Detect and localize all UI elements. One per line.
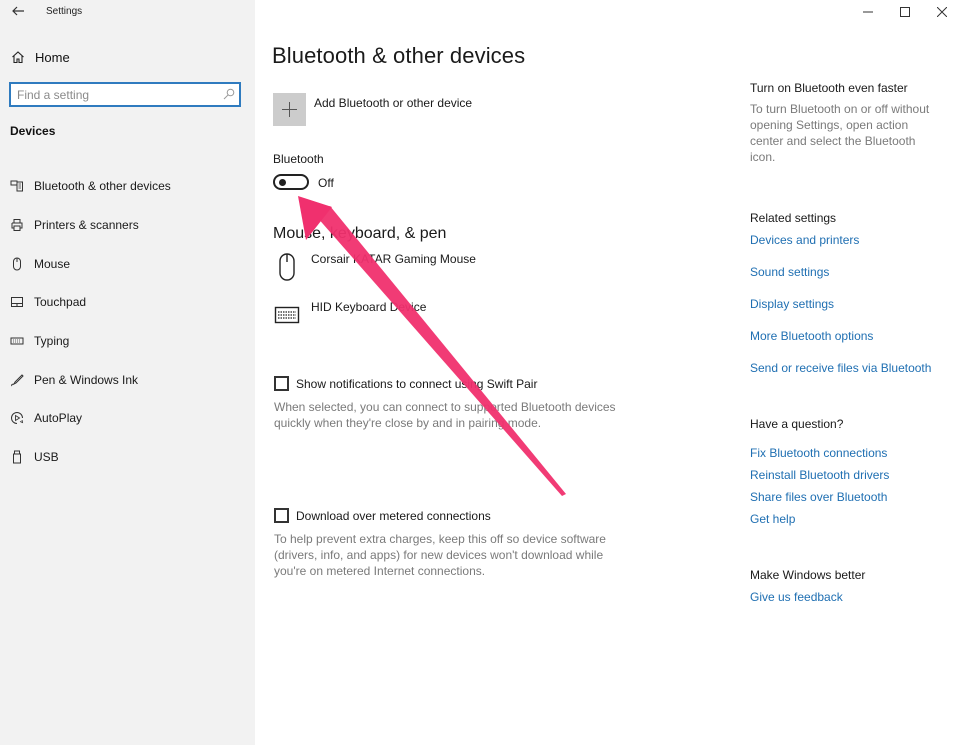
link-devices-and-printers[interactable]: Devices and printers	[750, 233, 950, 247]
sidebar-item-bluetooth[interactable]: Bluetooth & other devices	[0, 167, 255, 206]
link-display-settings[interactable]: Display settings	[750, 297, 950, 311]
sidebar-item-label: Bluetooth & other devices	[34, 179, 171, 194]
minimize-button[interactable]	[849, 0, 886, 24]
link-get-help[interactable]: Get help	[750, 512, 950, 526]
link-send-receive-files[interactable]: Send or receive files via Bluetooth	[750, 361, 950, 375]
sidebar-item-label: Printers & scanners	[34, 218, 139, 233]
swift-pair-label: Show notifications to connect using Swif…	[296, 376, 538, 391]
back-button[interactable]	[10, 3, 26, 19]
add-tile	[273, 93, 306, 126]
metered-label: Download over metered connections	[296, 508, 491, 523]
feedback-section: Make Windows better Give us feedback	[750, 568, 950, 604]
home-icon	[12, 51, 24, 64]
window-controls	[849, 0, 960, 24]
sidebar-item-label: Pen & Windows Ink	[34, 372, 139, 387]
page-title: Bluetooth & other devices	[272, 43, 526, 68]
search-box[interactable]	[9, 82, 241, 107]
maximize-button[interactable]	[886, 0, 923, 24]
peripherals-heading: Mouse, keyboard, & pen	[273, 225, 447, 242]
sidebar-item-label: Mouse	[34, 256, 71, 271]
sidebar-item-label: Touchpad	[34, 295, 87, 310]
link-more-bluetooth-options[interactable]: More Bluetooth options	[750, 329, 950, 343]
related-settings-heading: Related settings	[750, 211, 837, 225]
feedback-heading: Make Windows better	[750, 568, 866, 582]
description-line: When selected, you can connect to suppor…	[274, 400, 616, 414]
tip-heading: Turn on Bluetooth even faster	[750, 81, 908, 95]
question-heading: Have a question?	[750, 417, 844, 431]
arrow-shaft	[316, 206, 566, 496]
keyboard-icon	[273, 300, 301, 330]
sidebar: Settings Home Devices Bluetooth & other …	[0, 0, 255, 745]
add-device-button[interactable]: Add Bluetooth or other device	[273, 93, 472, 126]
sidebar-item-label: Typing	[34, 334, 70, 349]
tip-line: To turn Bluetooth on or off without	[750, 102, 930, 116]
device-item[interactable]: HID Keyboard Device	[273, 300, 426, 330]
sidebar-item-autoplay[interactable]: AutoPlay	[0, 399, 255, 438]
swift-pair-checkbox[interactable]	[274, 376, 289, 391]
app-title: Settings	[46, 6, 83, 17]
question-section: Have a question? Fix Bluetooth connectio…	[750, 417, 950, 526]
metered-description: To help prevent extra charges, keep this…	[274, 531, 624, 579]
bluetooth-devices-icon	[9, 178, 25, 194]
search-input[interactable]	[17, 86, 212, 103]
metered-checkbox[interactable]	[274, 508, 289, 523]
autoplay-icon	[9, 410, 25, 426]
sidebar-item-label: USB	[34, 450, 59, 465]
keyboard-icon	[9, 333, 25, 349]
description-line: quickly when they're close by and in pai…	[274, 416, 542, 430]
tip-line: center and select the Bluetooth	[750, 134, 916, 148]
mouse-icon	[273, 252, 301, 282]
swift-pair-description: When selected, you can connect to suppor…	[274, 399, 624, 431]
description-line: (drivers, info, and apps) for new device…	[274, 548, 604, 562]
tip-line: opening Settings, open action	[750, 118, 909, 132]
device-item[interactable]: Corsair KATAR Gaming Mouse	[273, 252, 476, 282]
bluetooth-label: Bluetooth	[273, 152, 324, 166]
description-line: you're on metered Internet connections.	[274, 564, 486, 578]
sidebar-item-pen[interactable]: Pen & Windows Ink	[0, 360, 255, 399]
close-icon	[936, 7, 947, 17]
link-sound-settings[interactable]: Sound settings	[750, 265, 950, 279]
toggle-knob	[279, 179, 286, 186]
swift-pair-checkbox-row[interactable]: Show notifications to connect using Swif…	[274, 376, 537, 391]
sidebar-item-printers[interactable]: Printers & scanners	[0, 206, 255, 245]
sidebar-item-touchpad[interactable]: Touchpad	[0, 283, 255, 322]
home-label: Home	[35, 49, 70, 65]
device-name: HID Keyboard Device	[311, 300, 427, 314]
sidebar-item-mouse[interactable]: Mouse	[0, 244, 255, 283]
sidebar-home[interactable]: Home	[11, 48, 70, 66]
tip-section: Turn on Bluetooth even faster To turn Bl…	[750, 81, 950, 165]
minimize-icon	[862, 11, 873, 13]
maximize-icon	[899, 7, 910, 17]
sidebar-item-usb[interactable]: USB	[0, 438, 255, 477]
sidebar-nav: Bluetooth & other devices Printers & sca…	[0, 167, 255, 477]
bluetooth-toggle[interactable]	[273, 174, 309, 190]
plus-icon	[282, 102, 297, 117]
usb-icon	[9, 449, 25, 465]
sidebar-item-typing[interactable]: Typing	[0, 322, 255, 361]
sidebar-item-label: AutoPlay	[34, 411, 83, 426]
related-settings-section: Related settings Devices and printers So…	[750, 211, 950, 375]
pen-icon	[9, 372, 25, 388]
touchpad-icon	[9, 294, 25, 310]
device-name: Corsair KATAR Gaming Mouse	[311, 252, 476, 266]
printer-icon	[9, 217, 25, 233]
link-give-feedback[interactable]: Give us feedback	[750, 590, 950, 604]
link-reinstall-drivers[interactable]: Reinstall Bluetooth drivers	[750, 468, 950, 482]
mouse-icon	[9, 256, 25, 272]
close-button[interactable]	[923, 0, 960, 24]
section-label-devices: Devices	[10, 124, 56, 138]
add-device-label: Add Bluetooth or other device	[314, 96, 473, 110]
link-share-files[interactable]: Share files over Bluetooth	[750, 490, 950, 504]
back-arrow-icon	[12, 6, 24, 16]
link-fix-bluetooth[interactable]: Fix Bluetooth connections	[750, 446, 950, 460]
title-bar: Settings	[0, 0, 255, 24]
tip-line: icon.	[750, 150, 776, 164]
bluetooth-state: Off	[318, 176, 334, 190]
description-line: To help prevent extra charges, keep this…	[274, 532, 606, 546]
search-icon[interactable]	[223, 88, 235, 100]
metered-checkbox-row[interactable]: Download over metered connections	[274, 508, 491, 523]
